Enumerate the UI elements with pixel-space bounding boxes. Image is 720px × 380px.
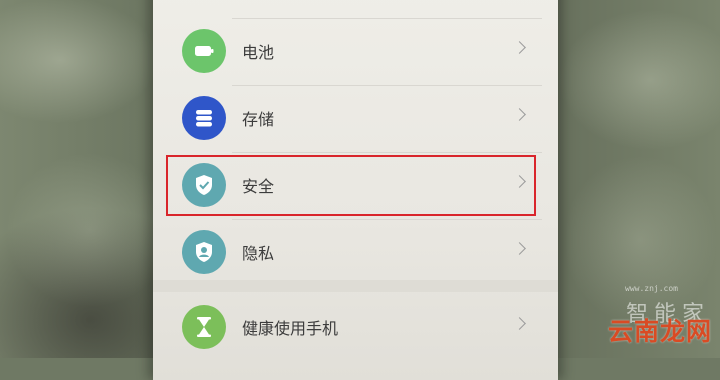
settings-item-digital-balance[interactable]: 健康使用手机: [160, 294, 550, 360]
settings-item-label: 存储: [242, 110, 275, 129]
settings-item-label: 电池: [242, 43, 275, 62]
watermark-bottom: 云南龙网: [607, 317, 712, 346]
highlight-box: [166, 155, 536, 216]
storage-icon: [182, 96, 226, 140]
battery-icon: [182, 29, 226, 73]
privacy-icon: [182, 230, 226, 274]
chevron-right-icon: [513, 317, 526, 330]
settings-item-privacy[interactable]: 隐私: [160, 219, 550, 285]
chevron-right-icon: [513, 242, 526, 255]
chevron-right-icon: [513, 41, 526, 54]
chevron-right-icon: [513, 108, 526, 121]
section-gap: [153, 280, 558, 292]
settings-item-storage[interactable]: 存储: [160, 85, 550, 151]
settings-item-battery[interactable]: 电池: [160, 18, 550, 84]
hourglass-icon: [182, 305, 226, 349]
settings-item-label: 隐私: [242, 244, 275, 263]
watermark-url: www.znj.com: [625, 284, 678, 293]
settings-item-label: 健康使用手机: [242, 319, 339, 338]
